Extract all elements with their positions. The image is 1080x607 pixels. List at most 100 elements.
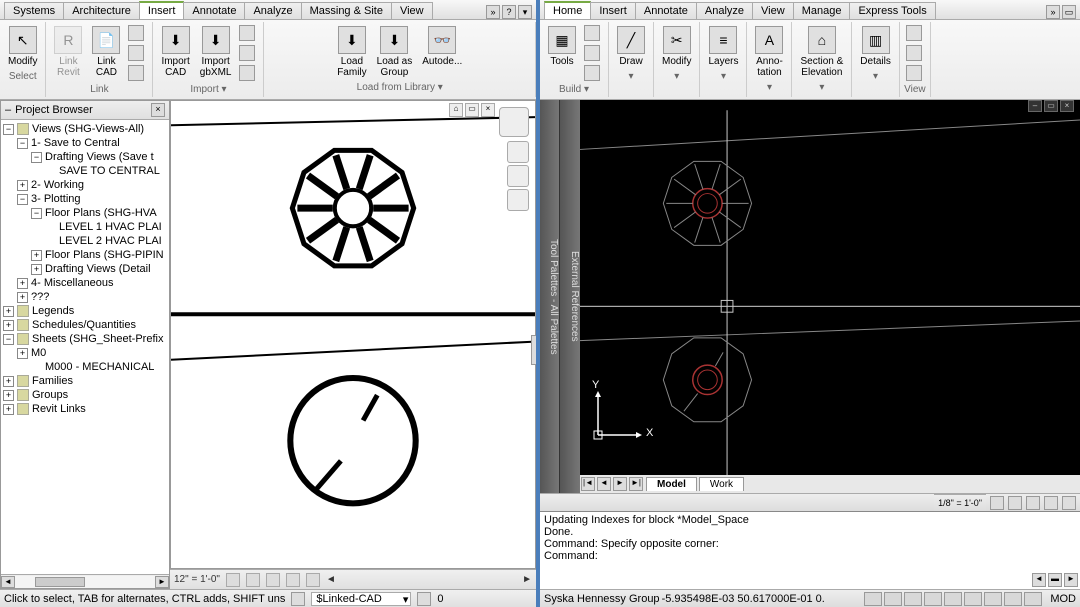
tab-insert[interactable]: Insert (139, 1, 185, 19)
shadows-icon[interactable] (286, 573, 300, 587)
annotation-button[interactable]: AAnno- tation (751, 24, 787, 80)
tab-express-tools[interactable]: Express Tools (849, 2, 935, 19)
polar-icon[interactable] (924, 592, 942, 606)
tab-analyze-r[interactable]: Analyze (696, 2, 753, 19)
collapse-icon[interactable]: − (3, 124, 14, 135)
expand-icon[interactable]: + (31, 264, 42, 275)
nav-next-icon[interactable]: ► (522, 574, 532, 585)
browser-hscroll[interactable]: ◄ ► (1, 574, 169, 588)
view-close-icon[interactable]: × (481, 103, 495, 117)
expand-icon[interactable]: + (17, 278, 28, 289)
expand-icon[interactable]: + (3, 306, 14, 317)
tree-node[interactable]: +Groups (3, 388, 167, 402)
win-max-icon[interactable]: ▭ (1044, 100, 1058, 112)
tab-analyze[interactable]: Analyze (244, 2, 301, 19)
view-tool2[interactable] (904, 44, 926, 62)
expand-icon[interactable]: + (3, 390, 14, 401)
tree-node[interactable]: +Legends (3, 304, 167, 318)
tree-node[interactable]: +Families (3, 374, 167, 388)
command-window[interactable]: Updating Indexes for block *Model_Space … (540, 511, 1080, 589)
cmd-scroll-right-icon[interactable]: ► (1064, 573, 1078, 587)
layout-next-icon[interactable]: ► (613, 477, 627, 491)
tool-palettes-tab[interactable]: Tool Palettes - All Palettes (540, 100, 560, 493)
press-drag-icon[interactable] (291, 592, 305, 606)
section-elevation-button[interactable]: ⌂Section & Elevation (796, 24, 847, 80)
insert-from-file-button[interactable] (237, 24, 259, 42)
import-group-label[interactable]: Import (190, 84, 226, 95)
sun-path-icon[interactable] (266, 573, 280, 587)
manage-images-button[interactable] (237, 64, 259, 82)
dwf-markup-button[interactable] (126, 24, 148, 42)
zoom-icon[interactable] (507, 189, 529, 211)
scale-label[interactable]: 12" = 1'-0" (174, 574, 220, 585)
tools-button[interactable]: ▦ Tools (544, 24, 580, 69)
scroll-right-icon[interactable]: ► (155, 576, 169, 588)
load-group-label[interactable]: Load from Library (357, 82, 443, 93)
layers-button[interactable]: ≡Layers (704, 24, 742, 69)
otrack-icon[interactable] (964, 592, 982, 606)
view-max-icon[interactable]: ▭ (465, 103, 479, 117)
anno-scale-dropdown[interactable]: 1/8" = 1'-0" (934, 494, 986, 512)
tree-node[interactable]: −Floor Plans (SHG-HVA (3, 206, 167, 220)
tab-massing-site[interactable]: Massing & Site (301, 2, 392, 19)
tree-node[interactable]: LEVEL 1 HVAC PLAI (3, 220, 167, 234)
tab-annotate-r[interactable]: Annotate (635, 2, 697, 19)
steering-wheel-icon[interactable] (507, 141, 529, 163)
layer-mgr-button[interactable] (582, 44, 604, 62)
anno-vis-icon[interactable] (990, 496, 1004, 510)
collapse-icon[interactable]: − (31, 152, 42, 163)
content-browser-button[interactable] (582, 64, 604, 82)
tree-node[interactable]: −Sheets (SHG_Sheet-Prefix (3, 332, 167, 346)
collapse-icon[interactable]: − (17, 194, 28, 205)
win-min-icon[interactable]: – (1028, 100, 1042, 112)
link-cad-button[interactable]: 📄 Link CAD (88, 24, 124, 80)
view-tool3[interactable] (904, 64, 926, 82)
view-home-icon[interactable]: ⌂ (449, 103, 463, 117)
tab-help-icon[interactable]: ? (502, 5, 516, 19)
tree-node[interactable]: M000 - MECHANICAL (3, 360, 167, 374)
import-cad-button[interactable]: ⬇ Import CAD (157, 24, 193, 80)
tab-manage[interactable]: Manage (793, 2, 851, 19)
linked-cad-dropdown[interactable]: $Linked-CAD (311, 592, 411, 606)
cmd-scroll-left-icon[interactable]: ◄ (1032, 573, 1046, 587)
tree-node[interactable]: −Views (SHG-Views-All) (3, 122, 167, 136)
splitter-handle[interactable] (531, 335, 536, 365)
crop-icon[interactable] (306, 573, 320, 587)
tree-node[interactable]: +Revit Links (3, 402, 167, 416)
tree-node[interactable]: +??? (3, 290, 167, 304)
load-family-button[interactable]: ⬇ Load Family (333, 24, 370, 80)
visual-style-icon[interactable] (246, 573, 260, 587)
collapse-icon[interactable]: − (3, 334, 14, 345)
tab-home[interactable]: Home (544, 1, 591, 19)
layout-last-icon[interactable]: ►| (629, 477, 643, 491)
tab-view[interactable]: View (391, 2, 433, 19)
tab-min-icon[interactable]: ▭ (1062, 5, 1076, 19)
details-button[interactable]: ▥Details (856, 24, 895, 69)
tab-architecture[interactable]: Architecture (63, 2, 140, 19)
left-drawing-canvas[interactable]: ⌂ ▭ × (170, 100, 536, 569)
tree-node[interactable]: +Schedules/Quantities (3, 318, 167, 332)
layout-tab-work[interactable]: Work (699, 477, 744, 491)
clean-icon[interactable] (1062, 496, 1076, 510)
ortho-icon[interactable] (904, 592, 922, 606)
external-references-tab[interactable]: External References (560, 100, 580, 493)
layout-prev-icon[interactable]: ◄ (597, 477, 611, 491)
image-button[interactable] (237, 44, 259, 62)
expand-icon[interactable]: + (3, 404, 14, 415)
dyn-icon[interactable] (1004, 592, 1022, 606)
tree-node[interactable]: +Drafting Views (Detail (3, 262, 167, 276)
collapse-icon[interactable]: − (31, 208, 42, 219)
build-group-label[interactable]: Build (559, 84, 589, 95)
tab-view-r[interactable]: View (752, 2, 794, 19)
tab-close-icon[interactable]: ▾ (518, 5, 532, 19)
expand-icon[interactable]: + (3, 376, 14, 387)
qp-icon[interactable] (1044, 496, 1058, 510)
import-gbxml-button[interactable]: ⬇ Import gbXML (196, 24, 236, 80)
osnap-icon[interactable] (944, 592, 962, 606)
expand-icon[interactable]: + (17, 180, 28, 191)
tree-node[interactable]: +M0 (3, 346, 167, 360)
tab-insert-r[interactable]: Insert (590, 2, 636, 19)
model-space-label[interactable]: MOD (1050, 593, 1076, 605)
scroll-left-icon[interactable]: ◄ (1, 576, 15, 588)
project-browser-close-icon[interactable]: × (151, 103, 165, 117)
